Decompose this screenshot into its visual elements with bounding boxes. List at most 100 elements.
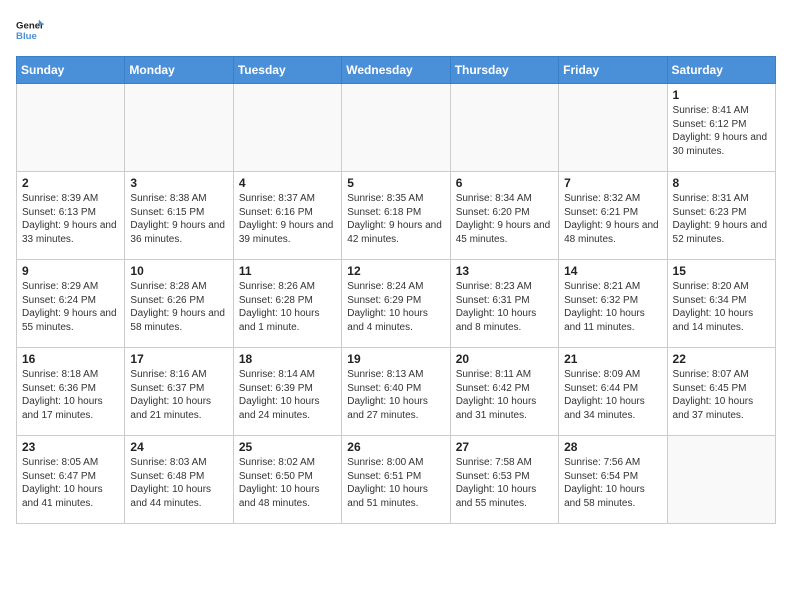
calendar-day-cell: 8 Sunrise: 8:31 AMSunset: 6:23 PMDaylight… — [667, 172, 775, 260]
calendar-week-row: 23 Sunrise: 8:05 AMSunset: 6:47 PMDayligh… — [17, 436, 776, 524]
day-number: 7 — [564, 176, 661, 190]
calendar-day-cell — [233, 84, 341, 172]
day-number: 21 — [564, 352, 661, 366]
calendar-day-cell: 12 Sunrise: 8:24 AMSunset: 6:29 PMDayligh… — [342, 260, 450, 348]
calendar-day-cell: 15 Sunrise: 8:20 AMSunset: 6:34 PMDayligh… — [667, 260, 775, 348]
calendar-day-cell: 17 Sunrise: 8:16 AMSunset: 6:37 PMDayligh… — [125, 348, 233, 436]
day-info: Sunrise: 8:29 AMSunset: 6:24 PMDaylight:… — [22, 281, 117, 333]
day-number: 9 — [22, 264, 119, 278]
calendar-day-cell: 21 Sunrise: 8:09 AMSunset: 6:44 PMDayligh… — [559, 348, 667, 436]
calendar-day-cell: 24Sunrise: 8:03 AMSunset: 6:48 PMDayligh… — [125, 436, 233, 524]
day-number: 20 — [456, 352, 553, 366]
calendar-table: SundayMondayTuesdayWednesdayThursdayFrid… — [16, 56, 776, 524]
day-number: 19 — [347, 352, 444, 366]
page-header: General Blue — [16, 16, 776, 44]
calendar-day-cell: 26 Sunrise: 8:00 AMSunset: 6:51 PMDayligh… — [342, 436, 450, 524]
day-number: 10 — [130, 264, 227, 278]
day-info: Sunrise: 8:03 AMSunset: 6:48 PMDaylight:… — [130, 457, 211, 509]
calendar-day-cell: 25 Sunrise: 8:02 AMSunset: 6:50 PMDayligh… — [233, 436, 341, 524]
calendar-day-cell — [667, 436, 775, 524]
day-number: 8 — [673, 176, 770, 190]
day-info: Sunrise: 8:24 AMSunset: 6:29 PMDaylight:… — [347, 281, 428, 333]
day-info: Sunrise: 8:20 AMSunset: 6:34 PMDaylight:… — [673, 281, 754, 333]
calendar-day-cell — [17, 84, 125, 172]
calendar-day-cell: 18 Sunrise: 8:14 AMSunset: 6:39 PMDayligh… — [233, 348, 341, 436]
calendar-day-cell: 20 Sunrise: 8:11 AMSunset: 6:42 PMDayligh… — [450, 348, 558, 436]
day-number: 18 — [239, 352, 336, 366]
day-number: 23 — [22, 440, 119, 454]
day-info: Sunrise: 7:56 AMSunset: 6:54 PMDaylight:… — [564, 457, 645, 509]
day-number: 15 — [673, 264, 770, 278]
day-number: 6 — [456, 176, 553, 190]
day-info: Sunrise: 8:23 AMSunset: 6:31 PMDaylight:… — [456, 281, 537, 333]
day-info: Sunrise: 8:39 AMSunset: 6:13 PMDaylight:… — [22, 193, 117, 245]
calendar-day-cell: 27 Sunrise: 7:58 AMSunset: 6:53 PMDayligh… — [450, 436, 558, 524]
logo: General Blue — [16, 16, 44, 44]
day-number: 13 — [456, 264, 553, 278]
day-info: Sunrise: 8:07 AMSunset: 6:45 PMDaylight:… — [673, 369, 754, 421]
day-info: Sunrise: 8:16 AMSunset: 6:37 PMDaylight:… — [130, 369, 211, 421]
logo-icon: General Blue — [16, 16, 44, 44]
calendar-day-cell — [342, 84, 450, 172]
day-info: Sunrise: 8:34 AMSunset: 6:20 PMDaylight:… — [456, 193, 551, 245]
svg-text:Blue: Blue — [16, 31, 37, 42]
day-info: Sunrise: 8:14 AMSunset: 6:39 PMDaylight:… — [239, 369, 320, 421]
day-number: 5 — [347, 176, 444, 190]
calendar-day-cell: 19Sunrise: 8:13 AMSunset: 6:40 PMDayligh… — [342, 348, 450, 436]
calendar-day-cell — [125, 84, 233, 172]
calendar-week-row: 9 Sunrise: 8:29 AMSunset: 6:24 PMDaylight… — [17, 260, 776, 348]
calendar-day-cell: 14Sunrise: 8:21 AMSunset: 6:32 PMDayligh… — [559, 260, 667, 348]
calendar-day-cell: 7 Sunrise: 8:32 AMSunset: 6:21 PMDaylight… — [559, 172, 667, 260]
calendar-day-cell: 3 Sunrise: 8:38 AMSunset: 6:15 PMDaylight… — [125, 172, 233, 260]
day-number: 16 — [22, 352, 119, 366]
day-number: 26 — [347, 440, 444, 454]
day-number: 2 — [22, 176, 119, 190]
calendar-day-cell: 10Sunrise: 8:28 AMSunset: 6:26 PMDayligh… — [125, 260, 233, 348]
day-number: 4 — [239, 176, 336, 190]
day-info: Sunrise: 8:32 AMSunset: 6:21 PMDaylight:… — [564, 193, 659, 245]
day-info: Sunrise: 8:11 AMSunset: 6:42 PMDaylight:… — [456, 369, 537, 421]
calendar-header: SundayMondayTuesdayWednesdayThursdayFrid… — [17, 57, 776, 84]
day-info: Sunrise: 8:02 AMSunset: 6:50 PMDaylight:… — [239, 457, 320, 509]
calendar-day-cell — [559, 84, 667, 172]
calendar-day-cell: 5 Sunrise: 8:35 AMSunset: 6:18 PMDaylight… — [342, 172, 450, 260]
day-info: Sunrise: 7:58 AMSunset: 6:53 PMDaylight:… — [456, 457, 537, 509]
day-info: Sunrise: 8:41 AMSunset: 6:12 PMDaylight:… — [673, 105, 768, 157]
day-number: 27 — [456, 440, 553, 454]
weekday-header: Friday — [559, 57, 667, 84]
day-info: Sunrise: 8:26 AMSunset: 6:28 PMDaylight:… — [239, 281, 320, 333]
day-info: Sunrise: 8:31 AMSunset: 6:23 PMDaylight:… — [673, 193, 768, 245]
day-number: 14 — [564, 264, 661, 278]
calendar-day-cell: 13 Sunrise: 8:23 AMSunset: 6:31 PMDayligh… — [450, 260, 558, 348]
calendar-day-cell: 2 Sunrise: 8:39 AMSunset: 6:13 PMDaylight… — [17, 172, 125, 260]
day-number: 11 — [239, 264, 336, 278]
day-info: Sunrise: 8:09 AMSunset: 6:44 PMDaylight:… — [564, 369, 645, 421]
weekday-header: Saturday — [667, 57, 775, 84]
day-number: 25 — [239, 440, 336, 454]
calendar-week-row: 16 Sunrise: 8:18 AMSunset: 6:36 PMDayligh… — [17, 348, 776, 436]
calendar-day-cell — [450, 84, 558, 172]
weekday-header: Sunday — [17, 57, 125, 84]
day-info: Sunrise: 8:05 AMSunset: 6:47 PMDaylight:… — [22, 457, 103, 509]
day-info: Sunrise: 8:37 AMSunset: 6:16 PMDaylight:… — [239, 193, 334, 245]
calendar-day-cell: 6 Sunrise: 8:34 AMSunset: 6:20 PMDaylight… — [450, 172, 558, 260]
calendar-day-cell: 4 Sunrise: 8:37 AMSunset: 6:16 PMDaylight… — [233, 172, 341, 260]
day-info: Sunrise: 8:18 AMSunset: 6:36 PMDaylight:… — [22, 369, 103, 421]
calendar-day-cell: 11 Sunrise: 8:26 AMSunset: 6:28 PMDayligh… — [233, 260, 341, 348]
day-info: Sunrise: 8:35 AMSunset: 6:18 PMDaylight:… — [347, 193, 442, 245]
day-number: 12 — [347, 264, 444, 278]
calendar-day-cell: 9 Sunrise: 8:29 AMSunset: 6:24 PMDaylight… — [17, 260, 125, 348]
weekday-header: Wednesday — [342, 57, 450, 84]
day-number: 28 — [564, 440, 661, 454]
day-number: 3 — [130, 176, 227, 190]
day-number: 1 — [673, 88, 770, 102]
weekday-header: Monday — [125, 57, 233, 84]
calendar-week-row: 1 Sunrise: 8:41 AMSunset: 6:12 PMDaylight… — [17, 84, 776, 172]
day-info: Sunrise: 8:38 AMSunset: 6:15 PMDaylight:… — [130, 193, 225, 245]
weekday-header: Tuesday — [233, 57, 341, 84]
day-number: 17 — [130, 352, 227, 366]
day-info: Sunrise: 8:00 AMSunset: 6:51 PMDaylight:… — [347, 457, 428, 509]
weekday-header: Thursday — [450, 57, 558, 84]
calendar-day-cell: 1 Sunrise: 8:41 AMSunset: 6:12 PMDaylight… — [667, 84, 775, 172]
calendar-day-cell: 28 Sunrise: 7:56 AMSunset: 6:54 PMDayligh… — [559, 436, 667, 524]
